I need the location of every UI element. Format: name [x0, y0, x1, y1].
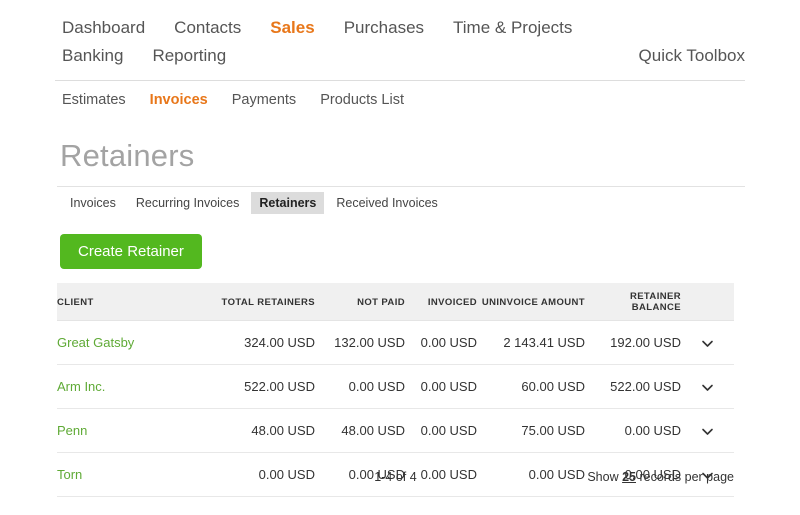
cell-retainer-balance: 522.00 USD	[585, 364, 681, 410]
nav-item-reporting[interactable]: Reporting	[152, 46, 226, 66]
cell-not-paid: 132.00 USD	[315, 320, 405, 366]
cell-total-retainers: 48.00 USD	[199, 408, 315, 454]
page-title: Retainers	[60, 138, 195, 173]
title-divider	[57, 186, 745, 187]
cell-client: Penn	[57, 408, 199, 454]
retainers-table-container: CLIENT TOTAL RETAINERS NOT PAID INVOICED…	[57, 283, 734, 498]
records-per-page-control: Show 25 records per page	[587, 470, 734, 484]
nav-item-contacts[interactable]: Contacts	[174, 18, 241, 38]
cell-uninvoice-amount: 60.00 USD	[477, 364, 585, 410]
subnav-item-products-list[interactable]: Products List	[320, 92, 404, 108]
sub-navigation: Estimates Invoices Payments Products Lis…	[62, 92, 428, 108]
table-header: CLIENT TOTAL RETAINERS NOT PAID INVOICED…	[57, 283, 734, 321]
table-row: Penn 48.00 USD 48.00 USD 0.00 USD 75.00 …	[57, 408, 734, 454]
column-header-client: CLIENT	[57, 283, 199, 321]
cell-uninvoice-amount: 2 143.41 USD	[477, 320, 585, 366]
cell-uninvoice-amount: 75.00 USD	[477, 408, 585, 454]
cell-retainer-balance: 192.00 USD	[585, 320, 681, 366]
retainers-page: Dashboard Contacts Sales Purchases Time …	[0, 0, 800, 515]
tab-received-invoices[interactable]: Received Invoices	[328, 192, 445, 214]
cell-expand[interactable]	[681, 320, 734, 366]
column-header-uninvoice-amount: UNINVOICE AMOUNT	[477, 283, 585, 321]
table-row: Arm Inc. 522.00 USD 0.00 USD 0.00 USD 60…	[57, 364, 734, 410]
nav-item-sales[interactable]: Sales	[270, 18, 314, 38]
retainers-table: CLIENT TOTAL RETAINERS NOT PAID INVOICED…	[57, 283, 734, 498]
client-link[interactable]: Penn	[57, 423, 87, 438]
quick-toolbox-button[interactable]: Quick Toolbox	[639, 46, 745, 66]
top-nav-row-secondary: Banking Reporting Quick Toolbox	[0, 38, 800, 66]
nav-divider	[55, 80, 745, 81]
cell-not-paid: 48.00 USD	[315, 408, 405, 454]
subnav-item-invoices[interactable]: Invoices	[150, 92, 208, 108]
records-per-page-value[interactable]: 25	[622, 470, 636, 484]
client-link[interactable]: Arm Inc.	[57, 379, 105, 394]
nav-item-time-projects[interactable]: Time & Projects	[453, 18, 572, 38]
chevron-down-icon[interactable]	[701, 425, 714, 438]
nav-item-purchases[interactable]: Purchases	[344, 18, 424, 38]
column-header-invoiced: INVOICED	[405, 283, 477, 321]
cell-client: Arm Inc.	[57, 364, 199, 410]
nav-item-banking[interactable]: Banking	[62, 46, 123, 66]
table-footer: 1-4 of 4 Show 25 records per page	[57, 470, 734, 492]
section-tabs: Invoices Recurring Invoices Retainers Re…	[62, 192, 450, 214]
cell-invoiced: 0.00 USD	[405, 364, 477, 410]
subnav-item-payments[interactable]: Payments	[232, 92, 296, 108]
cell-total-retainers: 324.00 USD	[199, 320, 315, 366]
tab-recurring-invoices[interactable]: Recurring Invoices	[128, 192, 248, 214]
cell-expand[interactable]	[681, 364, 734, 410]
column-header-expand	[681, 283, 734, 321]
tab-invoices[interactable]: Invoices	[62, 192, 124, 214]
column-header-total-retainers: TOTAL RETAINERS	[199, 283, 315, 321]
cell-not-paid: 0.00 USD	[315, 364, 405, 410]
records-per-page-prefix: Show	[587, 470, 619, 484]
cell-expand[interactable]	[681, 408, 734, 454]
table-row: Great Gatsby 324.00 USD 132.00 USD 0.00 …	[57, 320, 734, 366]
tab-retainers[interactable]: Retainers	[251, 192, 325, 214]
chevron-down-icon[interactable]	[701, 337, 714, 350]
top-nav-row-primary: Dashboard Contacts Sales Purchases Time …	[0, 0, 800, 38]
subnav-item-estimates[interactable]: Estimates	[62, 92, 126, 108]
cell-retainer-balance: 0.00 USD	[585, 408, 681, 454]
nav-item-dashboard[interactable]: Dashboard	[62, 18, 145, 38]
client-link[interactable]: Great Gatsby	[57, 335, 134, 350]
column-header-retainer-balance: RETAINER BALANCE	[585, 283, 681, 321]
create-retainer-button[interactable]: Create Retainer	[60, 234, 202, 269]
top-navigation: Dashboard Contacts Sales Purchases Time …	[0, 0, 800, 66]
chevron-down-icon[interactable]	[701, 381, 714, 394]
cell-invoiced: 0.00 USD	[405, 408, 477, 454]
records-per-page-suffix: records per page	[639, 470, 734, 484]
cell-total-retainers: 522.00 USD	[199, 364, 315, 410]
column-header-not-paid: NOT PAID	[315, 283, 405, 321]
cell-invoiced: 0.00 USD	[405, 320, 477, 366]
table-header-row: CLIENT TOTAL RETAINERS NOT PAID INVOICED…	[57, 283, 734, 321]
cell-client: Great Gatsby	[57, 320, 199, 366]
